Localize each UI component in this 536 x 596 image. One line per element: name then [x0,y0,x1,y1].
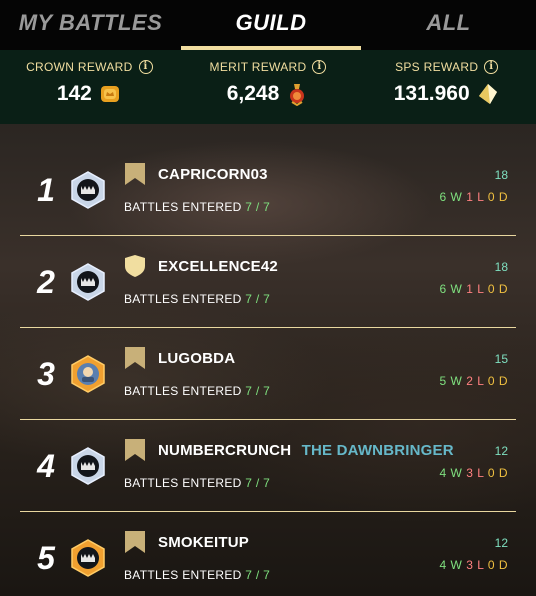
tab-my-battles[interactable]: MY BATTLES [0,0,181,50]
player-avatar[interactable] [68,538,108,578]
wins-count: 5 W [439,374,463,388]
battles-entered: BATTLES ENTERED 7 / 7 [124,200,270,214]
losses-count: 3 L [466,558,484,572]
guild-banner-icon [125,163,145,185]
losses-count: 2 L [466,374,484,388]
player-name[interactable]: LUGOBDA [158,350,235,367]
player-name-line: NUMBERCRUNCH THE DAWNBRINGER [158,442,454,459]
player-name[interactable]: CAPRICORN03 [158,166,268,183]
player-avatar[interactable] [68,446,108,486]
rank-number: 1 [37,172,55,208]
rank-number: 3 [37,356,55,392]
merit-reward-label: MERIT REWARD [209,60,307,74]
player-name[interactable]: SMOKEITUP [158,534,249,551]
player-name-line: CAPRICORN03 [158,166,268,183]
crown-token-icon [100,86,119,102]
tab-guild[interactable]: GUILD [181,0,361,50]
player-score: 12 [494,536,508,550]
player-name[interactable]: NUMBERCRUNCH [158,442,291,459]
sps-reward-value: 131.960 [393,82,470,105]
list-item[interactable]: 4 NUMBERCRUNCH THE DAWNBRINGER BATTLES E… [20,420,516,512]
tab-bar: MY BATTLES GUILD ALL [0,0,536,50]
draws-count: 0 D [487,374,508,388]
battles-entered: BATTLES ENTERED 7 / 7 [124,476,270,490]
draws-count: 0 D [487,466,508,480]
guild-banner-icon [125,347,145,369]
battles-entered-count: 7 / 7 [245,568,271,582]
losses-count: 1 L [466,282,484,296]
guild-banner-icon [125,439,145,461]
battles-entered-label: BATTLES ENTERED [124,384,242,398]
player-avatar[interactable] [68,354,108,394]
draws-count: 0 D [487,558,508,572]
battles-entered-label: BATTLES ENTERED [124,568,242,582]
rewards-bar: CROWN REWARD i 142 MERIT REWARD i 6,248 [0,50,536,124]
player-avatar[interactable] [68,262,108,302]
player-name[interactable]: EXCELLENCE42 [158,258,278,275]
battles-entered-label: BATTLES ENTERED [124,476,242,490]
battles-entered-count: 7 / 7 [245,292,271,306]
battles-entered-count: 7 / 7 [245,476,271,490]
info-icon[interactable]: i [138,60,153,74]
crown-reward-value: 142 [56,82,92,105]
sps-reward: SPS REWARD i 131.960 [357,50,536,124]
crown-reward-label: CROWN REWARD [26,60,133,74]
list-item[interactable]: 1 CAPRICORN03 BATTLES ENTERED 7 / 7 18 6… [20,144,516,236]
sps-crystal-icon [478,84,497,104]
list-item[interactable]: 5 SMOKEITUP BATTLES ENTERED 7 / 7 12 4 W… [20,512,516,596]
guild-shield-icon [125,255,145,277]
draws-count: 0 D [487,282,508,296]
losses-count: 3 L [466,466,484,480]
battles-entered-label: BATTLES ENTERED [124,200,242,214]
wins-count: 6 W [439,190,463,204]
player-score: 18 [494,260,508,274]
info-icon[interactable]: i [484,60,499,74]
tab-all[interactable]: ALL [361,0,536,50]
battles-entered-count: 7 / 7 [245,200,271,214]
battles-entered-label: BATTLES ENTERED [124,292,242,306]
battles-entered: BATTLES ENTERED 7 / 7 [124,384,270,398]
wins-count: 4 W [439,558,463,572]
win-loss-draw: 4 W 3 L 0 D [440,466,508,480]
battles-entered: BATTLES ENTERED 7 / 7 [124,292,270,306]
player-avatar[interactable] [68,170,108,210]
win-loss-draw: 4 W 3 L 0 D [440,558,508,572]
player-score: 18 [494,168,508,182]
draws-count: 0 D [487,190,508,204]
win-loss-draw: 6 W 1 L 0 D [440,190,508,204]
list-item[interactable]: 3 LUGOBDA BATTLES ENTERED 7 / 7 15 5 W 2… [20,328,516,420]
battles-entered: BATTLES ENTERED 7 / 7 [124,568,270,582]
rank-number: 5 [37,540,55,576]
player-title: THE DAWNBRINGER [301,442,454,459]
wins-count: 4 W [439,466,463,480]
player-score: 15 [494,352,508,366]
list-item[interactable]: 2 EXCELLENCE42 BATTLES ENTERED 7 / 7 18 … [20,236,516,328]
player-name-line: LUGOBDA [158,350,235,367]
info-icon[interactable]: i [312,60,327,74]
crown-reward: CROWN REWARD i 142 [0,50,179,124]
win-loss-draw: 5 W 2 L 0 D [440,374,508,388]
merit-medal-icon [290,84,305,106]
player-name-line: SMOKEITUP [158,534,249,551]
sps-reward-label: SPS REWARD [395,60,479,74]
guild-banner-icon [125,531,145,553]
merit-reward-value: 6,248 [226,82,280,105]
rank-number: 2 [37,264,55,300]
guild-leaderboard: 1 CAPRICORN03 BATTLES ENTERED 7 / 7 18 6… [0,124,536,596]
battles-entered-count: 7 / 7 [245,384,271,398]
wins-count: 6 W [439,282,463,296]
player-score: 12 [494,444,508,458]
win-loss-draw: 6 W 1 L 0 D [440,282,508,296]
merit-reward: MERIT REWARD i 6,248 [179,50,358,124]
losses-count: 1 L [466,190,484,204]
player-name-line: EXCELLENCE42 [158,258,278,275]
rank-number: 4 [37,448,55,484]
